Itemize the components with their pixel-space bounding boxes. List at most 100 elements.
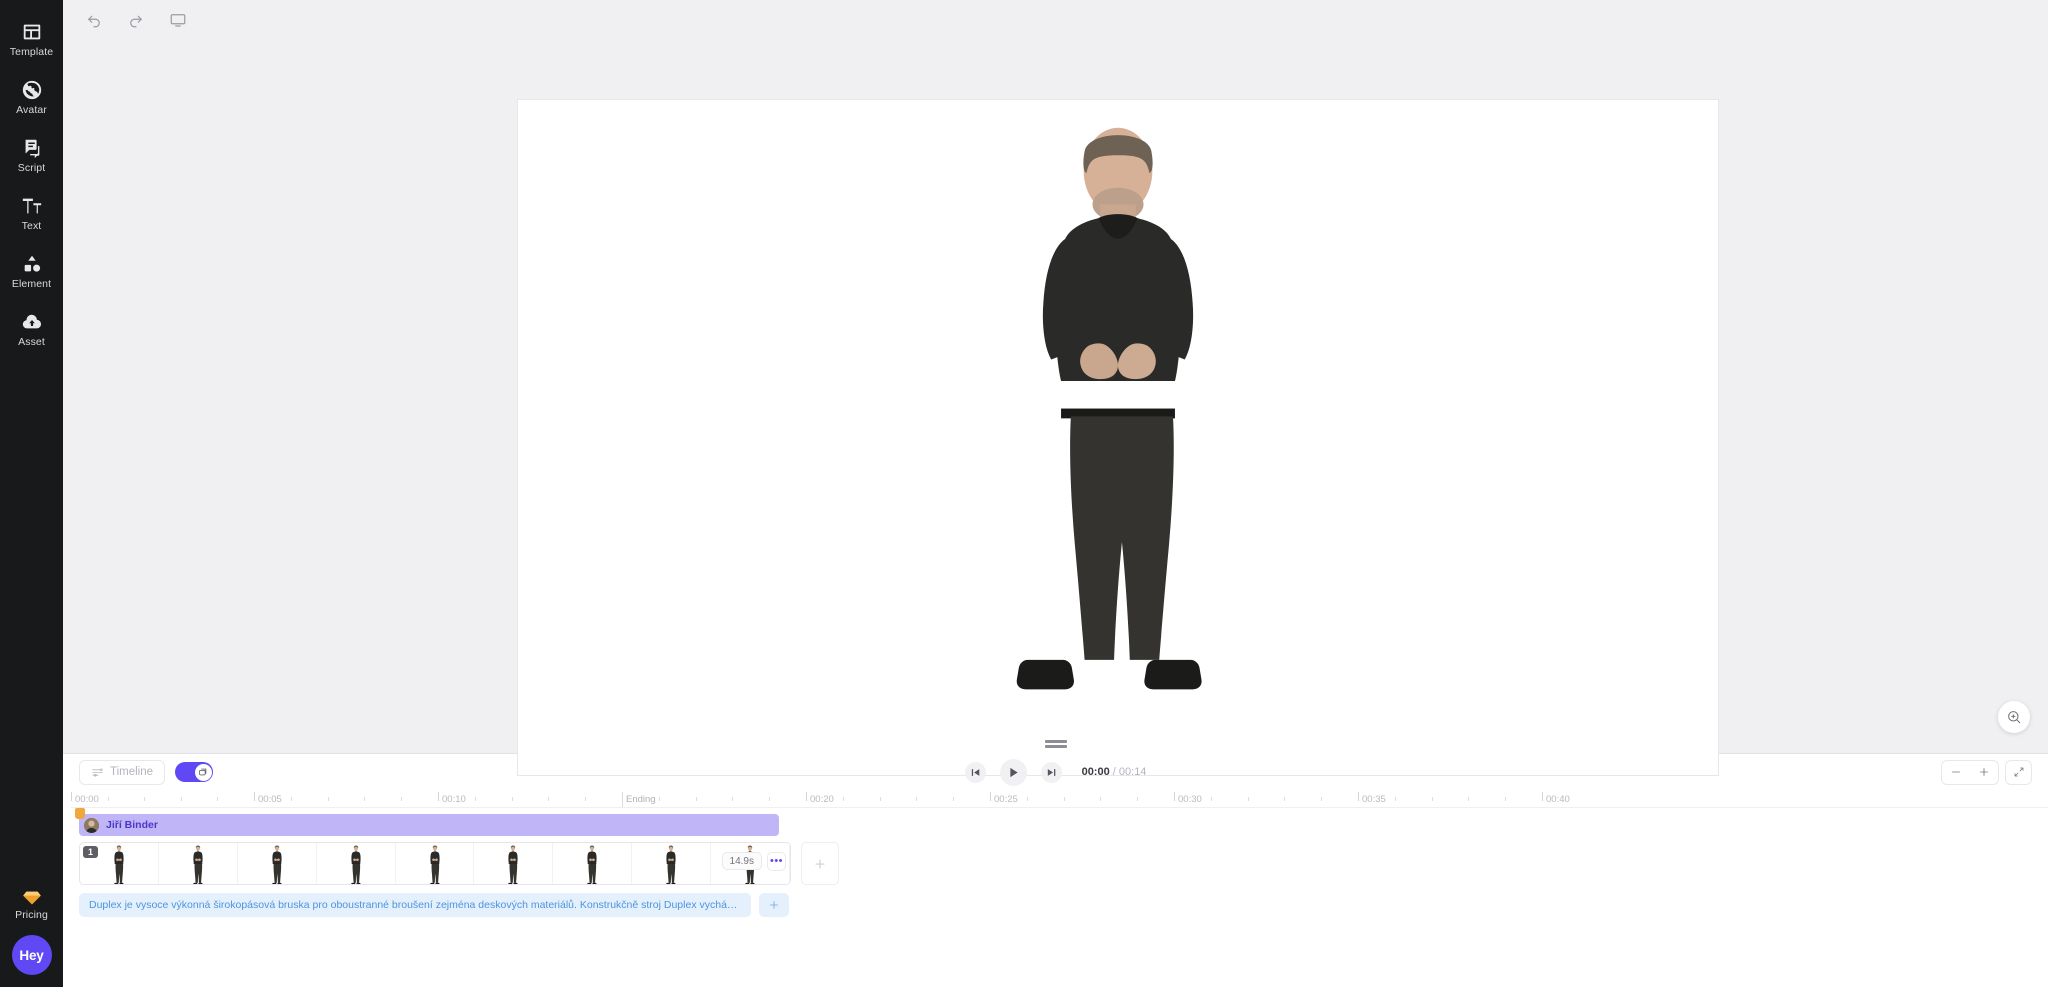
ruler-tick-label: 00:40 xyxy=(1546,793,1570,805)
ruler-tick-mark xyxy=(1026,797,1028,801)
ruler-tick: 00:05 xyxy=(254,790,282,808)
frame-thumbnail-figure xyxy=(193,845,203,884)
time-display: 00:00 / 00:14 xyxy=(1082,766,1147,778)
template-icon xyxy=(21,21,43,43)
hey-assistant-button[interactable]: Hey xyxy=(11,935,52,975)
ruler-tick: 00:00 xyxy=(71,790,99,808)
video-canvas[interactable] xyxy=(518,100,1718,775)
zoom-in-icon xyxy=(2008,711,2021,724)
undo-button[interactable] xyxy=(79,5,109,35)
ruler-tick-mark xyxy=(71,792,72,801)
clip-frame xyxy=(317,843,396,884)
avatar-track[interactable]: Jiří Binder xyxy=(79,814,779,836)
ruler-tick-label: 00:20 xyxy=(810,793,834,805)
sidebar-item-label: Script xyxy=(17,161,46,174)
frame-thumbnail-figure xyxy=(666,845,676,884)
timeline-ruler[interactable]: 00:00 00:05 00:10 Ending 00:20 00:25 00:30 00:3… xyxy=(71,790,2048,808)
skip-to-end-button[interactable] xyxy=(1040,761,1062,783)
timeline-mode-toggle[interactable] xyxy=(175,762,214,782)
timeline-icon xyxy=(92,768,103,776)
clip-duration-label: 14.9s xyxy=(721,852,762,870)
main-area: Timeline 00:00 / 00:14 00:00 00:05 00:10… xyxy=(63,0,2048,987)
add-clip-button[interactable] xyxy=(801,842,839,885)
ruler-tick-mark xyxy=(769,797,771,801)
collapse-icon xyxy=(2014,767,2023,777)
sidebar-item-template[interactable]: Template xyxy=(0,10,63,68)
ruler-tick-mark xyxy=(658,797,660,801)
plus-icon xyxy=(770,901,778,909)
ruler-tick-mark xyxy=(1321,797,1323,801)
ruler-tick-mark xyxy=(438,792,439,801)
sidebar-item-label: Pricing xyxy=(15,909,48,921)
ruler-tick-mark xyxy=(1394,797,1396,801)
clip-frame xyxy=(396,843,475,884)
panel-resize-handle[interactable] xyxy=(63,735,2048,753)
ruler-tick-mark xyxy=(1284,797,1286,801)
ruler-tick-mark xyxy=(401,797,403,801)
frame-thumbnail-figure xyxy=(508,845,518,884)
ruler-tick-mark xyxy=(254,792,255,801)
skip-to-end-icon xyxy=(1047,768,1055,776)
ruler-tick-mark xyxy=(1210,797,1212,801)
clip-menu-button[interactable]: ••• xyxy=(767,852,786,871)
current-time: 00:00 xyxy=(1081,766,1110,778)
ruler-tick-mark xyxy=(585,797,587,801)
frame-thumbnail-figure xyxy=(350,845,361,884)
ruler-tick-mark xyxy=(916,797,918,801)
ruler-tick-mark xyxy=(1100,797,1102,801)
video-clip[interactable]: 1 14.9s ••• xyxy=(79,842,791,885)
script-text: Duplex je vysoce výkonná širokopásová br… xyxy=(89,899,741,911)
toggle-knob xyxy=(194,763,212,781)
timeline-view-button[interactable]: Timeline xyxy=(79,759,166,785)
ruler-tick-mark xyxy=(1174,792,1175,801)
ruler-tick-mark xyxy=(953,797,955,801)
sidebar-bottom-group: Pricing Hey xyxy=(0,890,63,975)
sidebar-item-pricing[interactable]: Pricing xyxy=(0,890,63,921)
zoom-in-button[interactable] xyxy=(1970,761,1998,784)
ruler-tick-label: 00:05 xyxy=(258,793,282,805)
minus-icon xyxy=(1952,771,1960,773)
sidebar-item-script[interactable]: Script xyxy=(0,126,63,184)
ruler-tick-mark xyxy=(327,797,329,801)
ruler-tick-mark xyxy=(1247,797,1249,801)
resize-grip-icon xyxy=(1044,738,1067,751)
collapse-timeline-button[interactable] xyxy=(2005,759,2032,785)
clip-frame xyxy=(474,843,554,884)
ruler-tick: 00:10 xyxy=(438,790,466,808)
clip-frame xyxy=(553,843,633,884)
ruler-tick-mark xyxy=(1063,797,1065,801)
ruler-tick-label: Ending xyxy=(626,793,656,805)
ruler-tick-mark xyxy=(695,797,697,801)
left-sidebar: Template Avatar Script Text Element Asse… xyxy=(0,0,63,987)
playhead[interactable] xyxy=(75,808,85,819)
skip-to-start-button[interactable] xyxy=(964,761,986,783)
timeline-button-label: Timeline xyxy=(110,766,154,778)
clip-frame xyxy=(632,843,712,884)
sidebar-item-asset[interactable]: Asset xyxy=(0,300,63,358)
play-button[interactable] xyxy=(999,758,1027,786)
sidebar-item-text[interactable]: Text xyxy=(0,184,63,242)
redo-button[interactable] xyxy=(121,5,151,35)
ruler-tick-mark xyxy=(217,797,219,801)
sidebar-item-element[interactable]: Element xyxy=(0,242,63,300)
display-button[interactable] xyxy=(163,5,193,35)
canvas-zoom-button[interactable] xyxy=(1998,701,2030,733)
sidebar-item-avatar[interactable]: Avatar xyxy=(0,68,63,126)
ruler-tick-mark xyxy=(806,792,807,801)
ruler-tick: Ending xyxy=(622,790,656,808)
ruler-tick-mark xyxy=(1505,797,1507,801)
ruler-tick-mark xyxy=(1431,797,1433,801)
script-track[interactable]: Duplex je vysoce výkonná širokopásová br… xyxy=(79,893,751,917)
zoom-out-button[interactable] xyxy=(1942,761,1970,784)
ruler-tick-mark xyxy=(1542,792,1543,801)
avatar-preview xyxy=(1016,127,1202,689)
canvas-stage xyxy=(63,40,2048,775)
ruler-tick-mark xyxy=(842,797,844,801)
clip-index-badge: 1 xyxy=(83,846,99,858)
ruler-tick-label: 00:25 xyxy=(994,793,1018,805)
playhead-handle[interactable] xyxy=(75,808,85,819)
ruler-tick: 00:35 xyxy=(1358,790,1386,808)
asset-cloud-icon xyxy=(21,311,43,333)
add-script-button[interactable] xyxy=(759,893,789,917)
element-icon xyxy=(21,253,43,275)
